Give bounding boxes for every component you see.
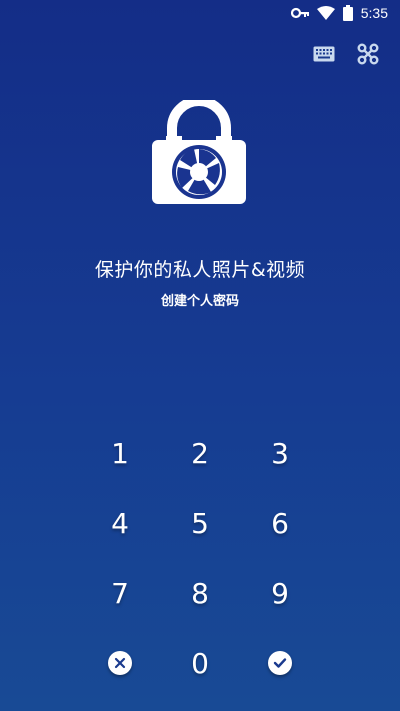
lock-camera-shutter-icon xyxy=(152,96,246,204)
page-subtitle: 创建个人密码 xyxy=(160,294,239,309)
check-icon xyxy=(268,651,292,675)
pattern-icon[interactable] xyxy=(356,42,380,66)
key-3[interactable]: 3 xyxy=(240,418,320,488)
key-4[interactable]: 4 xyxy=(80,488,160,558)
key-5[interactable]: 5 xyxy=(160,488,240,558)
numeric-keypad: 1 2 3 4 5 6 7 8 9 0 xyxy=(80,418,320,698)
key-2[interactable]: 2 xyxy=(160,418,240,488)
top-actions xyxy=(312,42,380,66)
confirm-button[interactable] xyxy=(240,628,320,698)
key-icon xyxy=(290,7,309,19)
clear-button[interactable] xyxy=(80,628,160,698)
keyboard-icon[interactable] xyxy=(312,42,336,66)
key-6[interactable]: 6 xyxy=(240,488,320,558)
battery-icon xyxy=(342,5,353,21)
key-0[interactable]: 0 xyxy=(160,628,240,698)
key-9[interactable]: 9 xyxy=(240,558,320,628)
status-bar: 5:35 xyxy=(0,0,400,26)
key-8[interactable]: 8 xyxy=(160,558,240,628)
key-7[interactable]: 7 xyxy=(80,558,160,628)
clear-icon xyxy=(108,651,132,675)
page-title: 保护你的私人照片&视频 xyxy=(94,259,306,281)
key-1[interactable]: 1 xyxy=(80,418,160,488)
status-time: 5:35 xyxy=(360,5,388,21)
wifi-icon xyxy=(316,6,335,20)
